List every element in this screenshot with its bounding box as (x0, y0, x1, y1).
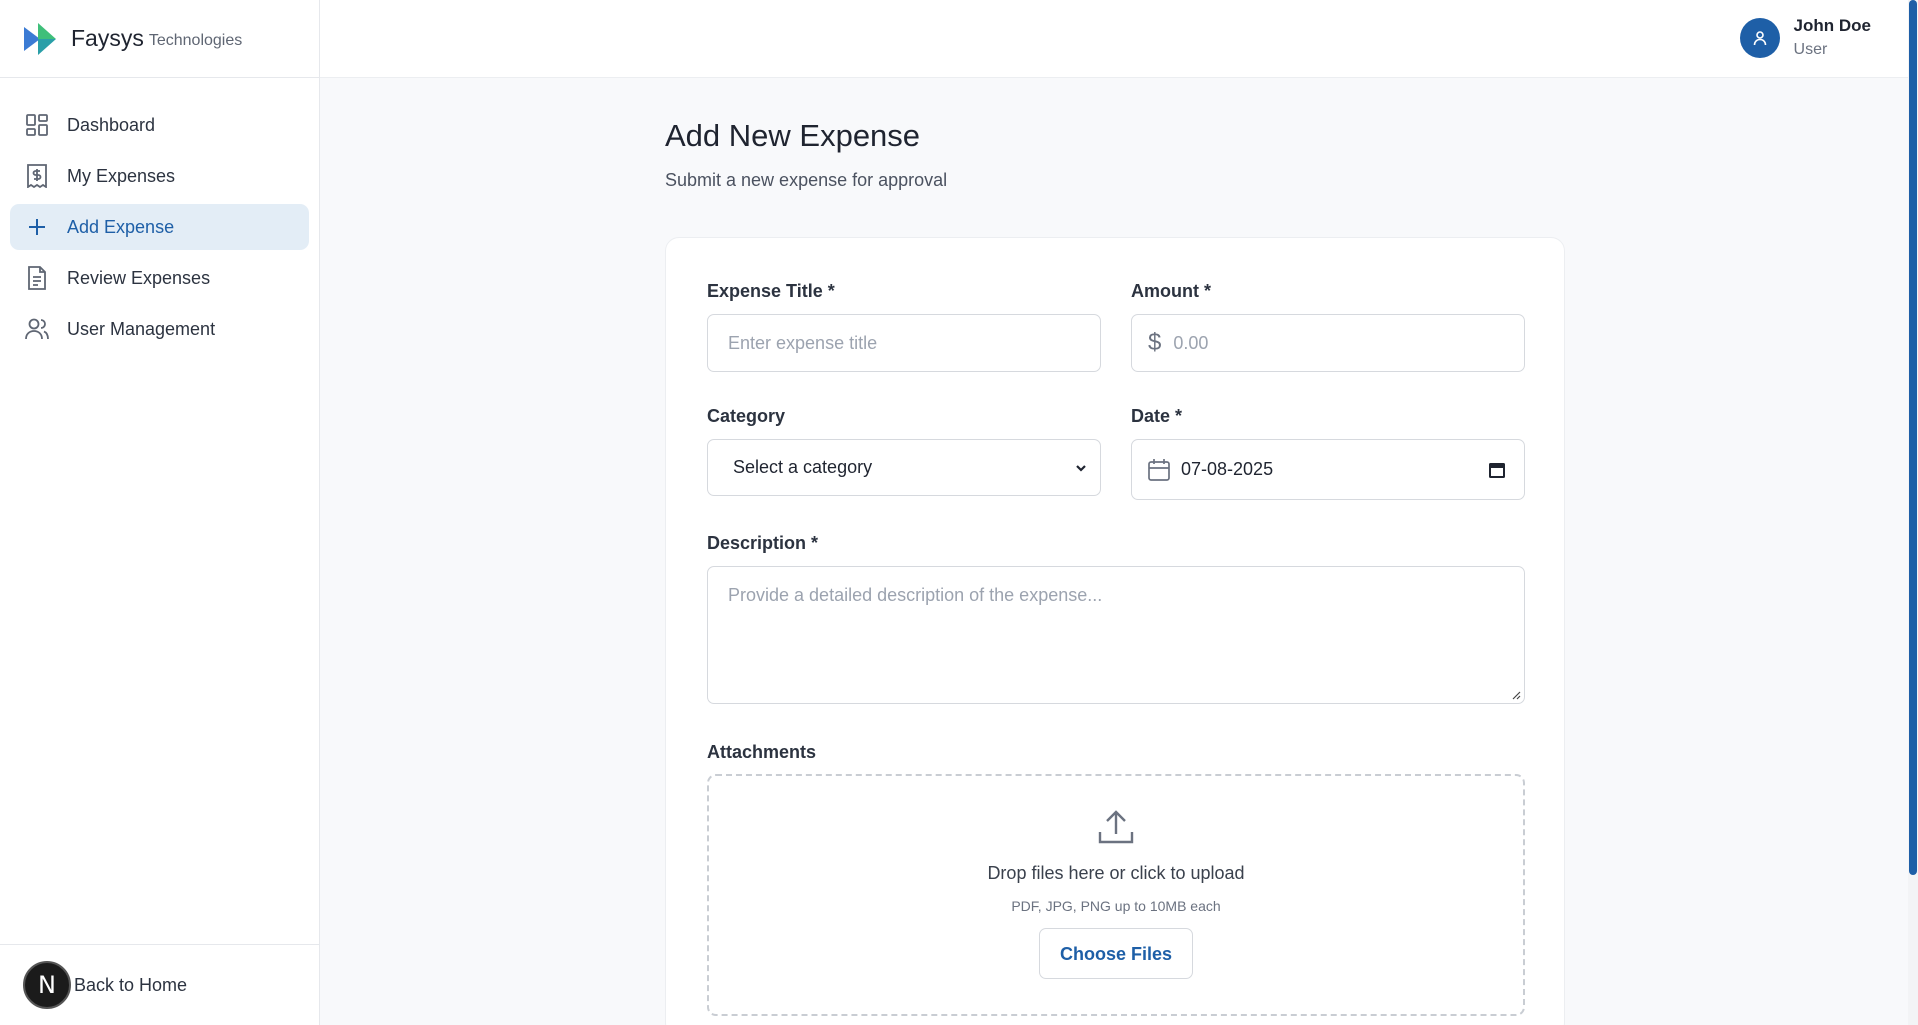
n-logo-icon: N (23, 961, 71, 1009)
chevron-down-icon (1076, 464, 1086, 472)
description-label: Description * (707, 533, 819, 553)
choose-files-button[interactable]: Choose Files (1038, 928, 1194, 979)
sidebar-nav: Dashboard My Expenses Add Expense Review… (0, 78, 319, 381)
brand[interactable]: Faysys Technologies (0, 0, 319, 78)
avatar (1739, 17, 1780, 58)
category-select[interactable]: Select a category (707, 439, 1101, 496)
scrollbar-thumb[interactable] (1909, 0, 1917, 875)
expense-title-label: Expense Title * (707, 281, 835, 301)
page-title: Add New Expense (665, 118, 921, 153)
expense-form-card: Expense Title * Enter expense title Amou… (665, 237, 1565, 1025)
dashboard-icon (25, 113, 49, 137)
sidebar-item-label: My Expenses (67, 165, 176, 186)
category-label: Category (707, 406, 786, 426)
date-value: 07-08-2025 (1181, 459, 1274, 479)
amount-label: Amount * (1131, 281, 1211, 301)
sidebar-item-dashboard[interactable]: Dashboard (10, 102, 309, 148)
sidebar-item-add-expense[interactable]: Add Expense (10, 204, 309, 250)
calendar-picker-icon[interactable] (1488, 461, 1506, 479)
receipt-dollar-icon (25, 164, 49, 188)
brand-logo-icon (24, 22, 56, 55)
sidebar-item-label: Dashboard (67, 114, 156, 135)
document-icon (25, 266, 49, 290)
expense-title-input[interactable]: Enter expense title (707, 314, 1101, 372)
sidebar-item-my-expenses[interactable]: My Expenses (10, 153, 309, 199)
brand-subtitle: Technologies (148, 31, 243, 49)
users-icon (25, 317, 49, 341)
description-placeholder: Provide a detailed description of the ex… (728, 585, 1103, 605)
upload-hint: PDF, JPG, PNG up to 10MB each (1011, 898, 1221, 914)
resize-handle-icon[interactable] (1511, 690, 1521, 700)
attachments-label: Attachments (707, 742, 817, 762)
brand-name: Faysys (71, 25, 144, 51)
amount-placeholder: 0.00 (1173, 332, 1209, 353)
page-scrollbar[interactable] (1908, 0, 1918, 1025)
date-label: Date * (1131, 406, 1183, 426)
category-selected-value: Select a category (733, 457, 873, 477)
back-to-home-label: Back to Home (74, 974, 188, 995)
sidebar-item-review-expenses[interactable]: Review Expenses (10, 255, 309, 301)
sidebar-item-user-management[interactable]: User Management (10, 306, 309, 352)
file-dropzone[interactable]: Drop files here or click to upload PDF, … (707, 774, 1525, 1016)
dollar-icon: $ (1148, 329, 1162, 356)
amount-input[interactable]: $ 0.00 (1131, 314, 1525, 372)
expense-title-placeholder: Enter expense title (728, 332, 878, 353)
page-subtitle: Submit a new expense for approval (665, 170, 948, 190)
user-icon (1753, 30, 1766, 45)
page-heading: Add New Expense Submit a new expense for… (665, 118, 1565, 191)
sidebar-item-label: Review Expenses (67, 267, 211, 288)
date-input[interactable]: 07-08-2025 (1131, 439, 1525, 500)
sidebar: Faysys Technologies Dashboard My Expense… (0, 0, 320, 1025)
upload-icon (709, 808, 1523, 851)
user-role: User (1793, 41, 1828, 58)
upload-title: Drop files here or click to upload (987, 863, 1245, 883)
user-menu[interactable]: John Doe User (1739, 16, 1871, 59)
sidebar-item-label: Add Expense (67, 216, 175, 237)
back-to-home-link[interactable]: N Back to Home (0, 944, 319, 1025)
sidebar-item-label: User Management (67, 318, 216, 339)
description-textarea[interactable]: Provide a detailed description of the ex… (707, 566, 1525, 704)
plus-icon (25, 215, 49, 239)
top-bar: John Doe User (320, 0, 1908, 78)
user-name: John Doe (1793, 16, 1871, 35)
calendar-icon (1148, 458, 1170, 481)
